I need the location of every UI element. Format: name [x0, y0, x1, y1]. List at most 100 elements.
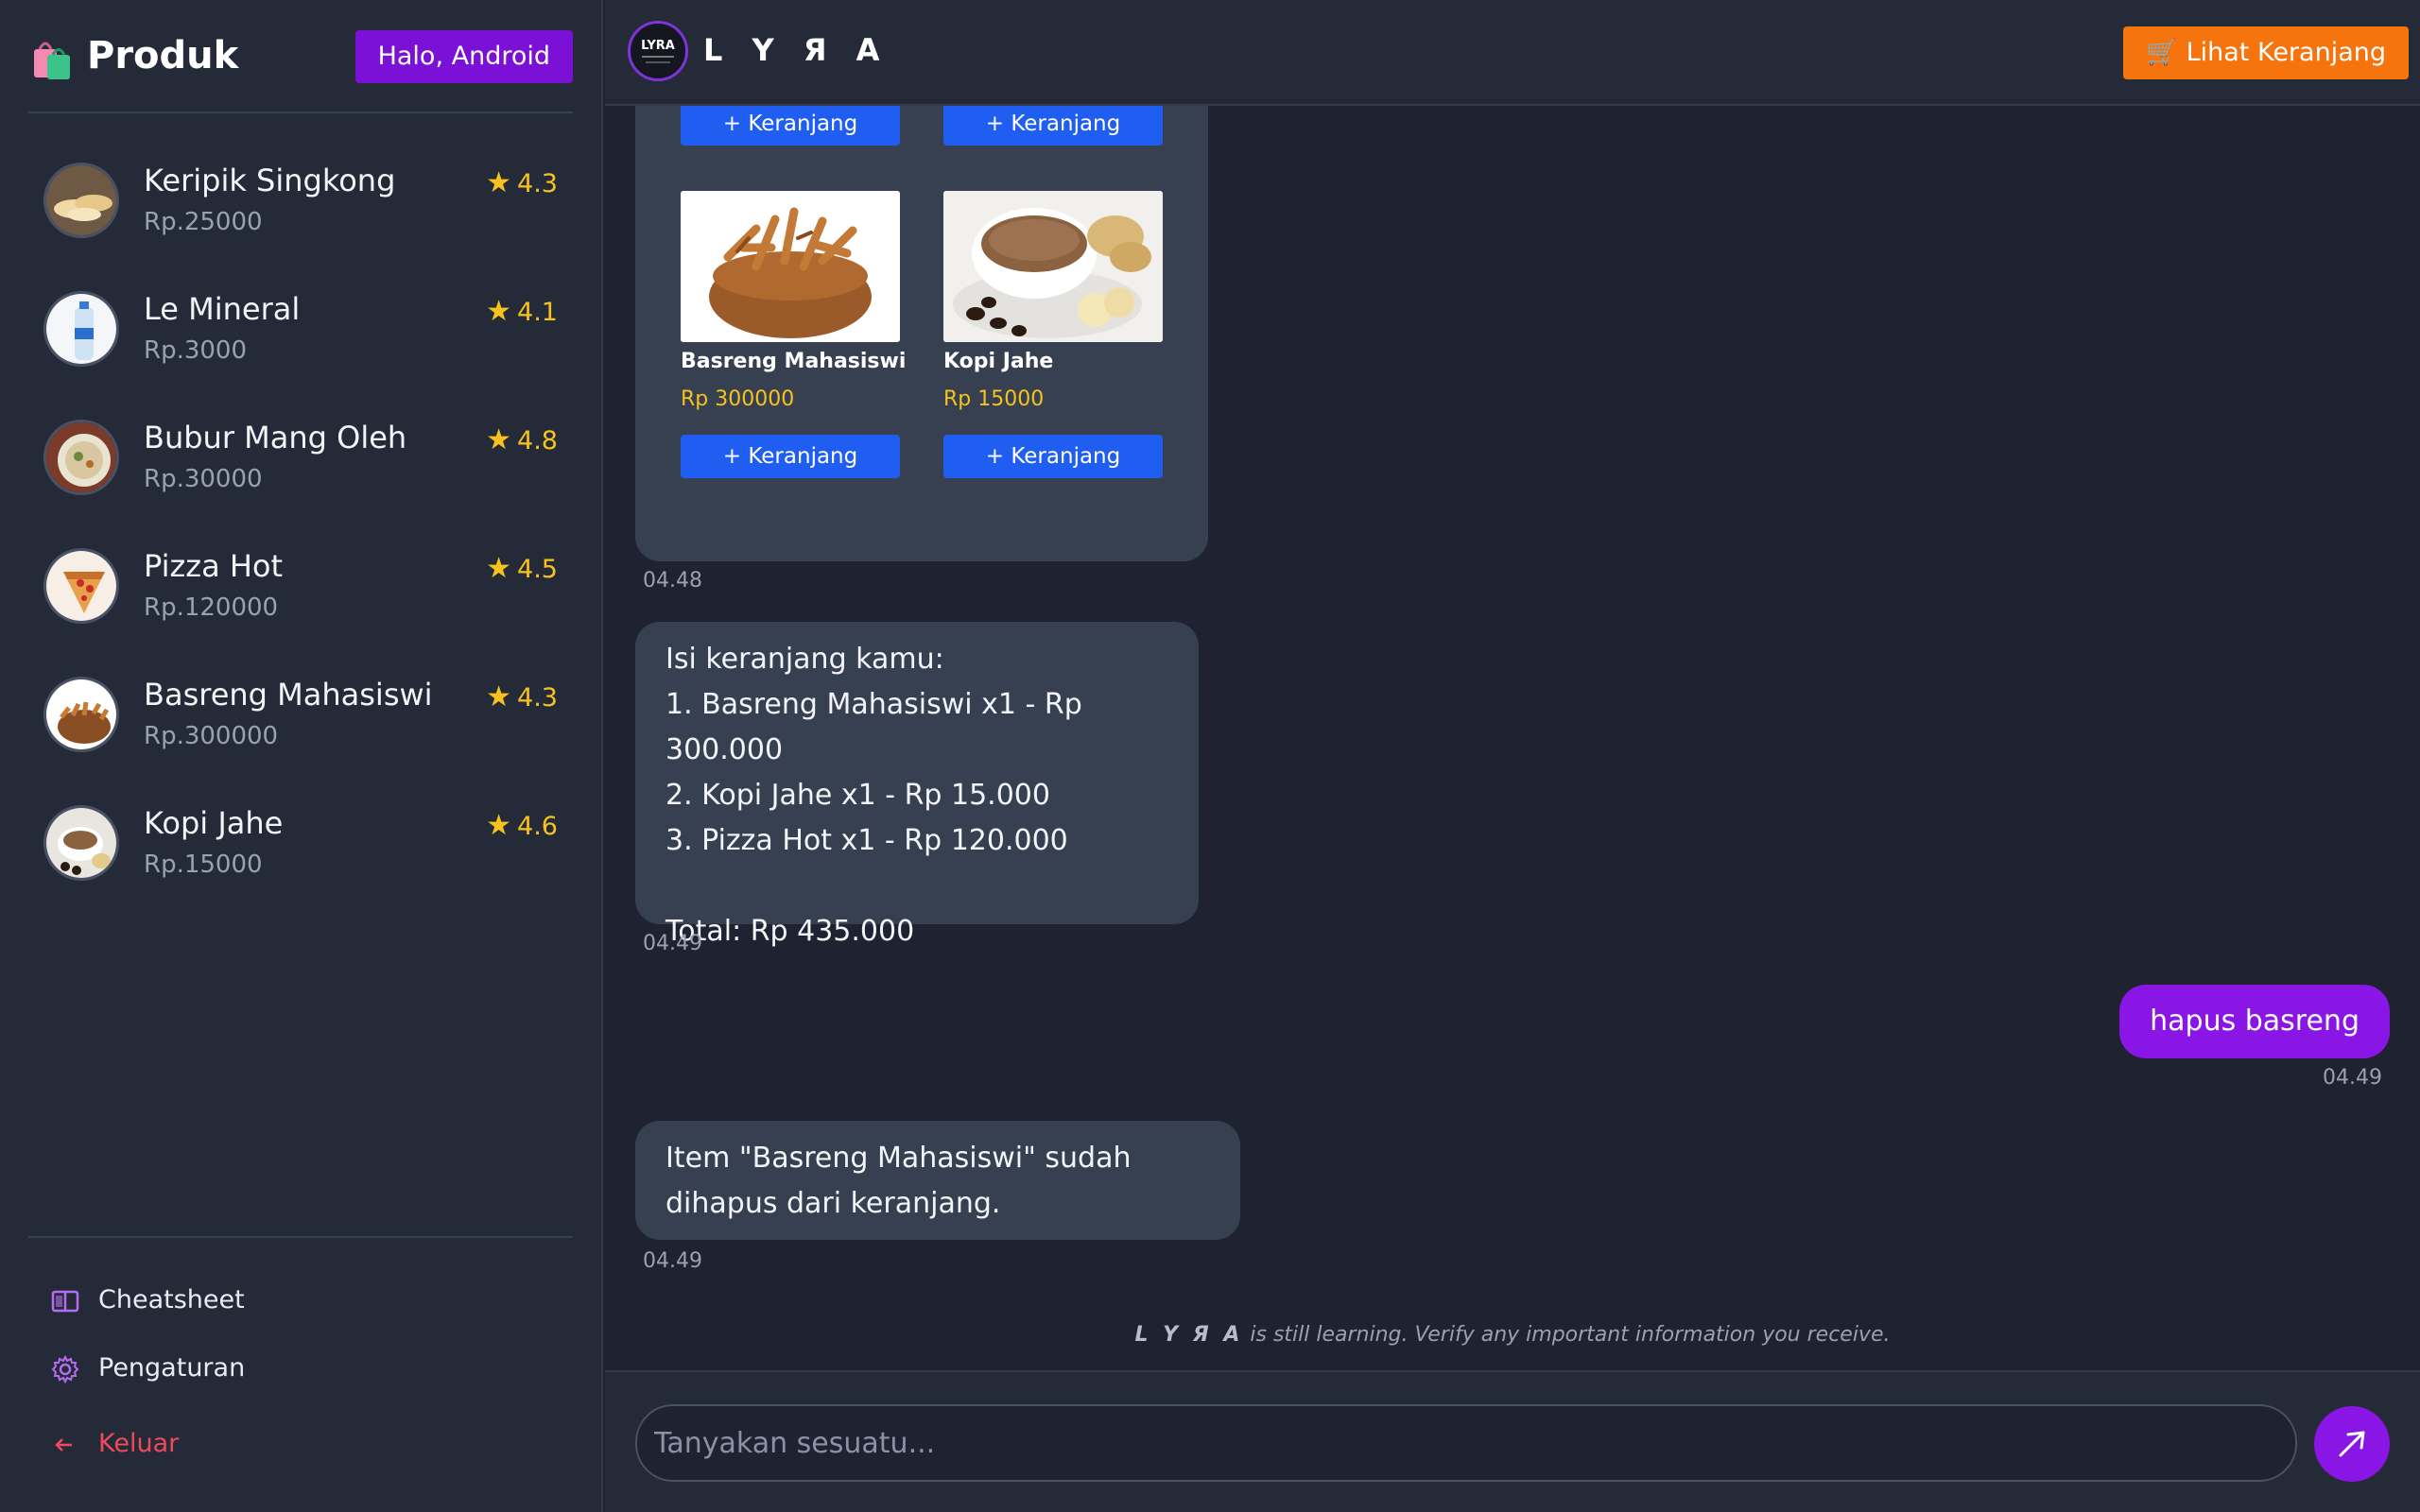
- product-price: Rp.25000: [144, 208, 263, 236]
- message-timestamp: 04.49: [2323, 1066, 2382, 1090]
- disclaimer: L Y Я A is still learning. Verify any im…: [605, 1323, 2420, 1347]
- product-card-price: Rp 300000: [681, 387, 795, 411]
- product-price: Rp.15000: [144, 850, 263, 879]
- message-line: Isi keranjang kamu:: [666, 643, 944, 676]
- add-to-cart-button[interactable]: + Keranjang: [681, 106, 900, 146]
- product-price: Rp.120000: [144, 593, 279, 622]
- product-price: Rp.3000: [144, 336, 248, 365]
- sidebar: Produk Halo, Android Keripik Singkong Rp…: [0, 0, 603, 1512]
- product-thumbnail: [43, 291, 119, 367]
- greeting-button[interactable]: Halo, Android: [354, 30, 573, 83]
- message-line: Item "Basreng Mahasiswi" sudah: [666, 1142, 1132, 1175]
- rating-value: 4.5: [517, 555, 558, 584]
- product-name: Le Mineral: [144, 291, 301, 327]
- logo-line: [642, 56, 674, 58]
- logout-link[interactable]: Keluar: [51, 1425, 429, 1467]
- message-timestamp: 04.48: [643, 569, 702, 593]
- product-name: Kopi Jahe: [144, 805, 284, 841]
- product-item[interactable]: Pizza Hot Rp.120000 ★ 4.5: [0, 514, 603, 643]
- product-thumbnail: [43, 420, 119, 495]
- product-price: Rp.300000: [144, 722, 279, 750]
- chat-area[interactable]: + Keranjang + Keranjang Basreng Mahasisw…: [605, 106, 2420, 1368]
- product-thumbnail: [43, 677, 119, 752]
- add-to-cart-button[interactable]: + Keranjang: [943, 435, 1163, 478]
- cart-contents-message: Isi keranjang kamu: 1. Basreng Mahasiswi…: [635, 622, 1199, 948]
- product-rating: ★ 4.3: [486, 680, 558, 713]
- sidebar-header: Produk Halo, Android: [30, 28, 573, 113]
- product-name: Keripik Singkong: [144, 163, 396, 198]
- logo-text: LYRA: [641, 39, 675, 53]
- product-image-basreng: [681, 191, 900, 342]
- message-line: 2. Kopi Jahe x1 - Rp 15.000: [666, 779, 1050, 812]
- rating-value: 4.3: [517, 169, 558, 198]
- message-line: Total: Rp 435.000: [666, 915, 915, 948]
- product-item[interactable]: Basreng Mahasiswi Rp.300000 ★ 4.3: [0, 643, 603, 771]
- rating-value: 4.1: [517, 298, 558, 327]
- lyra-logo: LYRA: [628, 21, 688, 81]
- product-card-name: Basreng Mahasiswi: [681, 350, 907, 373]
- product-name: Bubur Mang Oleh: [144, 420, 407, 455]
- product-rating: ★ 4.8: [486, 423, 558, 456]
- logout-label: Keluar: [98, 1429, 180, 1458]
- product-thumbnail: [43, 163, 119, 238]
- rating-value: 4.6: [517, 812, 558, 841]
- product-name: Pizza Hot: [144, 548, 284, 584]
- sidebar-title: Produk: [87, 34, 239, 77]
- product-thumbnail: [43, 805, 119, 881]
- product-rating: ★ 4.3: [486, 166, 558, 199]
- message-line: 1. Basreng Mahasiswi x1 - Rp 300.000: [666, 688, 1082, 766]
- message-timestamp: 04.49: [643, 1249, 702, 1273]
- message-line: 3. Pizza Hot x1 - Rp 120.000: [666, 824, 1068, 857]
- product-rating: ★ 4.5: [486, 552, 558, 585]
- product-item[interactable]: Kopi Jahe Rp.15000 ★ 4.6: [0, 771, 603, 900]
- settings-label: Pengaturan: [98, 1353, 246, 1383]
- shopping-bags-icon: [34, 42, 70, 79]
- rating-value: 4.8: [517, 426, 558, 455]
- product-image-kopi-jahe: [943, 191, 1163, 342]
- product-rating: ★ 4.6: [486, 809, 558, 842]
- star-icon: ★: [486, 809, 512, 842]
- product-item[interactable]: Keripik Singkong Rp.25000 ★ 4.3: [0, 129, 603, 257]
- product-card-price: Rp 15000: [943, 387, 1045, 411]
- product-price: Rp.30000: [144, 465, 263, 493]
- send-icon: [2339, 1431, 2365, 1457]
- add-to-cart-button[interactable]: + Keranjang: [943, 106, 1163, 146]
- message-line: [666, 864, 1168, 909]
- product-card-name: Kopi Jahe: [943, 350, 1054, 373]
- product-name: Basreng Mahasiswi: [144, 677, 433, 713]
- divider: [28, 1236, 573, 1238]
- product-rating: ★ 4.1: [486, 295, 558, 328]
- settings-link[interactable]: Pengaturan: [51, 1349, 429, 1391]
- divider: [28, 112, 573, 113]
- rating-value: 4.3: [517, 683, 558, 713]
- message-timestamp: 04.49: [643, 932, 702, 955]
- chat-input[interactable]: [635, 1404, 2297, 1482]
- product-thumbnail: [43, 548, 119, 624]
- add-to-cart-button[interactable]: + Keranjang: [681, 435, 900, 478]
- product-list: Keripik Singkong Rp.25000 ★ 4.3 Le Minera…: [0, 129, 603, 900]
- book-icon: [51, 1290, 79, 1313]
- product-cards-message: + Keranjang + Keranjang Basreng Mahasisw…: [635, 106, 1208, 561]
- send-button[interactable]: [2314, 1406, 2390, 1482]
- message-line: dihapus dari keranjang.: [666, 1187, 1001, 1220]
- arrow-left-icon: [55, 1438, 72, 1452]
- gear-icon: [51, 1355, 79, 1383]
- cheatsheet-label: Cheatsheet: [98, 1285, 245, 1314]
- brand-name: L Y Я A: [703, 32, 890, 68]
- product-item[interactable]: Bubur Mang Oleh Rp.30000 ★ 4.8: [0, 386, 603, 514]
- view-cart-button[interactable]: 🛒 Lihat Keranjang: [2123, 26, 2409, 79]
- disclaimer-brand: L Y Я A: [1134, 1323, 1244, 1347]
- star-icon: ★: [486, 423, 512, 456]
- star-icon: ★: [486, 295, 512, 328]
- product-item[interactable]: Le Mineral Rp.3000 ★ 4.1: [0, 257, 603, 386]
- top-bar: LYRA L Y Я A 🛒 Lihat Keranjang: [605, 0, 2420, 106]
- star-icon: ★: [486, 680, 512, 713]
- logo-line: [646, 61, 670, 63]
- disclaimer-text: is still learning. Verify any important …: [1243, 1323, 1891, 1347]
- cheatsheet-link[interactable]: Cheatsheet: [51, 1281, 429, 1323]
- bot-reply-message: Item "Basreng Mahasiswi" sudah dihapus d…: [635, 1121, 1240, 1240]
- input-bar: [605, 1370, 2420, 1512]
- star-icon: ★: [486, 552, 512, 585]
- star-icon: ★: [486, 166, 512, 199]
- user-message: hapus basreng: [2119, 985, 2390, 1058]
